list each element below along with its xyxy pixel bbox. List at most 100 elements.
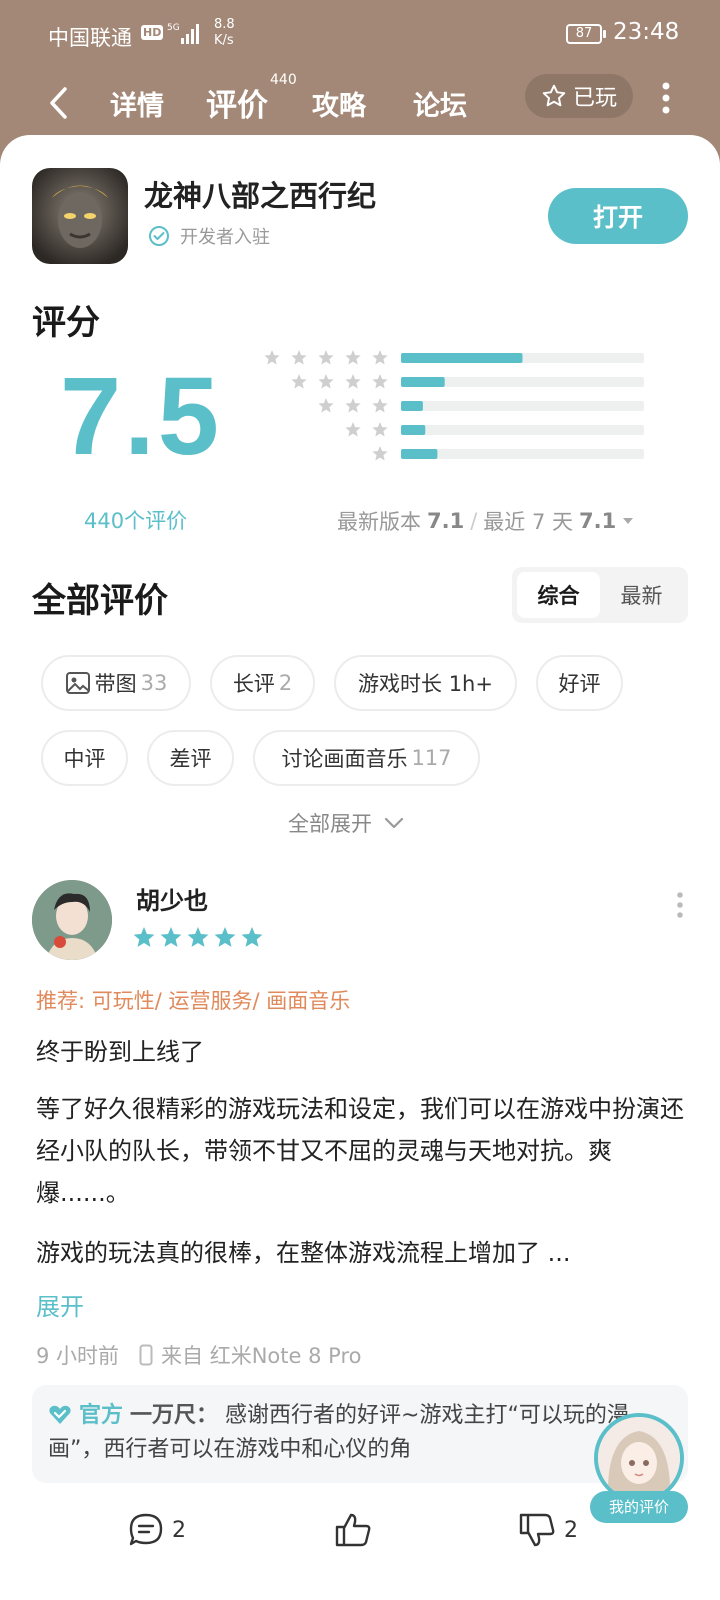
latest-version-label: 最新版本 bbox=[337, 510, 421, 534]
played-label: 已玩 bbox=[572, 86, 617, 111]
filter-chip-negative[interactable]: 差评 bbox=[147, 730, 234, 786]
sort-toggle: 综合 最新 bbox=[512, 567, 688, 623]
reply-author: 一万尺： bbox=[130, 1403, 219, 1428]
clock: 23:48 bbox=[613, 19, 680, 45]
filter-chip-positive[interactable]: 好评 bbox=[536, 655, 623, 711]
chip-label: 好评 bbox=[558, 672, 601, 696]
review-time: 9 小时前 bbox=[36, 1344, 120, 1368]
separator: / bbox=[470, 509, 478, 533]
review-title: 终于盼到上线了 bbox=[36, 1038, 204, 1066]
content-card: 龙神八部之西行纪 开发者入驻 打开 评分 7.5 440个评价 最新版本 7.1… bbox=[0, 135, 720, 1600]
recommend-tags: 推荐: 可玩性/ 运营服务/ 画面音乐 bbox=[36, 989, 351, 1013]
my-review-avatar bbox=[594, 1413, 684, 1503]
recent-score: 7.1 bbox=[579, 509, 617, 533]
carrier-name: 中国联通 bbox=[48, 26, 132, 50]
distribution-star-icon bbox=[372, 422, 388, 437]
network-speed: 8.8 K/s bbox=[214, 17, 235, 49]
version-score-row[interactable]: 最新版本 7.1 / 最近 7 天 7.1 bbox=[337, 506, 634, 536]
star-outline-icon bbox=[542, 84, 566, 107]
review-count-badge: 440 bbox=[270, 72, 297, 88]
hd-badge: HD bbox=[141, 25, 164, 40]
tab-forum[interactable]: 论坛 bbox=[413, 84, 467, 123]
review-star-icon bbox=[241, 927, 263, 947]
chip-count: 117 bbox=[411, 746, 452, 770]
distribution-bar bbox=[401, 449, 438, 459]
signal-icon: 5G bbox=[167, 23, 199, 44]
image-icon bbox=[65, 672, 90, 694]
review-more-icon[interactable] bbox=[674, 890, 686, 920]
distribution-star-icon bbox=[291, 350, 307, 365]
verified-check-icon bbox=[149, 226, 169, 246]
comment-button[interactable]: 2 bbox=[128, 1512, 186, 1548]
back-arrow-icon bbox=[50, 87, 67, 119]
review-expand-link[interactable]: 展开 bbox=[36, 1287, 84, 1322]
game-icon[interactable] bbox=[32, 168, 128, 264]
more-vertical-icon[interactable] bbox=[652, 78, 680, 118]
chip-label: 中评 bbox=[63, 747, 106, 771]
tab-reviews[interactable]: 评价 bbox=[206, 80, 268, 125]
chip-label: 长评 bbox=[232, 672, 275, 696]
played-button[interactable]: 已玩 bbox=[525, 74, 633, 118]
distribution-star-icon bbox=[372, 398, 388, 413]
review-meta: 9 小时前 来自 红米Note 8 Pro bbox=[36, 1340, 361, 1370]
reviewer-name[interactable]: 胡少也 bbox=[136, 881, 208, 916]
distribution-star-icon bbox=[318, 398, 334, 413]
expand-all-label: 全部展开 bbox=[288, 812, 372, 836]
chip-count: 2 bbox=[278, 671, 293, 695]
reviewer-stars bbox=[134, 927, 263, 947]
tab-guides[interactable]: 攻略 bbox=[312, 84, 366, 123]
svg-text:5G: 5G bbox=[167, 23, 180, 33]
tab-details[interactable]: 详情 bbox=[110, 84, 164, 123]
distribution-bar bbox=[401, 401, 423, 411]
rating-section-title: 评分 bbox=[32, 303, 100, 343]
distribution-track bbox=[401, 425, 644, 435]
comment-count: 2 bbox=[172, 1517, 186, 1543]
distribution-bar bbox=[401, 353, 523, 363]
triangle-down-icon bbox=[623, 518, 634, 524]
recent-label: 最近 7 天 bbox=[483, 510, 573, 534]
chevron-down-icon bbox=[384, 817, 404, 829]
filter-chip-long[interactable]: 长评 2 bbox=[210, 655, 315, 711]
distribution-track bbox=[401, 401, 644, 411]
distribution-bar bbox=[401, 377, 445, 387]
rating-distribution bbox=[264, 350, 644, 461]
distribution-star-icon bbox=[345, 350, 361, 365]
review-star-icon bbox=[134, 927, 155, 947]
distribution-star-icon bbox=[372, 374, 388, 389]
heart-official-icon bbox=[49, 1405, 71, 1424]
expand-all-filters[interactable]: 全部展开 bbox=[288, 808, 404, 838]
filter-chip-neutral[interactable]: 中评 bbox=[41, 730, 128, 786]
chip-label: 讨论画面音乐 bbox=[281, 747, 408, 771]
rating-count[interactable]: 440个评价 bbox=[84, 505, 187, 535]
thumbs-down-icon bbox=[519, 1513, 555, 1547]
developer-label: 开发者入驻 bbox=[180, 227, 270, 248]
like-button[interactable] bbox=[334, 1512, 372, 1548]
comment-icon bbox=[129, 1513, 163, 1546]
distribution-star-icon bbox=[345, 374, 361, 389]
distribution-star-icon bbox=[318, 350, 334, 365]
developer-badge: 开发者入驻 bbox=[148, 223, 270, 249]
filter-chip-graphics-music[interactable]: 讨论画面音乐 117 bbox=[253, 730, 480, 786]
review-star-icon bbox=[187, 927, 209, 947]
sort-latest[interactable]: 最新 bbox=[600, 572, 683, 618]
distribution-bar bbox=[401, 425, 426, 435]
review-paragraph: 等了好久很精彩的游戏玩法和设定，我们可以在游戏中扮演还经小队的队长，带领不甘又不… bbox=[36, 1095, 684, 1207]
distribution-star-icon bbox=[372, 350, 388, 365]
status-bar: 中国联通 HD 5G 8.8 K/s 87 23:48 bbox=[0, 0, 720, 70]
chip-label: 差评 bbox=[169, 747, 212, 771]
chip-count: 33 bbox=[140, 671, 168, 695]
review-actions: 2 2 bbox=[0, 1500, 720, 1560]
dislike-button[interactable]: 2 bbox=[518, 1512, 578, 1548]
distribution-star-icon bbox=[291, 374, 307, 389]
sort-comprehensive[interactable]: 综合 bbox=[517, 572, 600, 618]
avatar[interactable] bbox=[32, 880, 112, 960]
back-button[interactable] bbox=[38, 80, 78, 126]
speed-value: 8.8 bbox=[214, 17, 235, 32]
distribution-star-icon bbox=[345, 398, 361, 413]
filter-chip-playtime[interactable]: 游戏时长 1h+ bbox=[334, 655, 517, 711]
filter-chip-with-image[interactable]: 带图 33 bbox=[41, 655, 191, 711]
thumbs-up-icon bbox=[335, 1513, 371, 1547]
open-game-button[interactable]: 打开 bbox=[548, 188, 688, 244]
speed-unit: K/s bbox=[214, 33, 234, 48]
top-nav: 详情 评价 440 攻略 论坛 已玩 bbox=[0, 70, 720, 140]
